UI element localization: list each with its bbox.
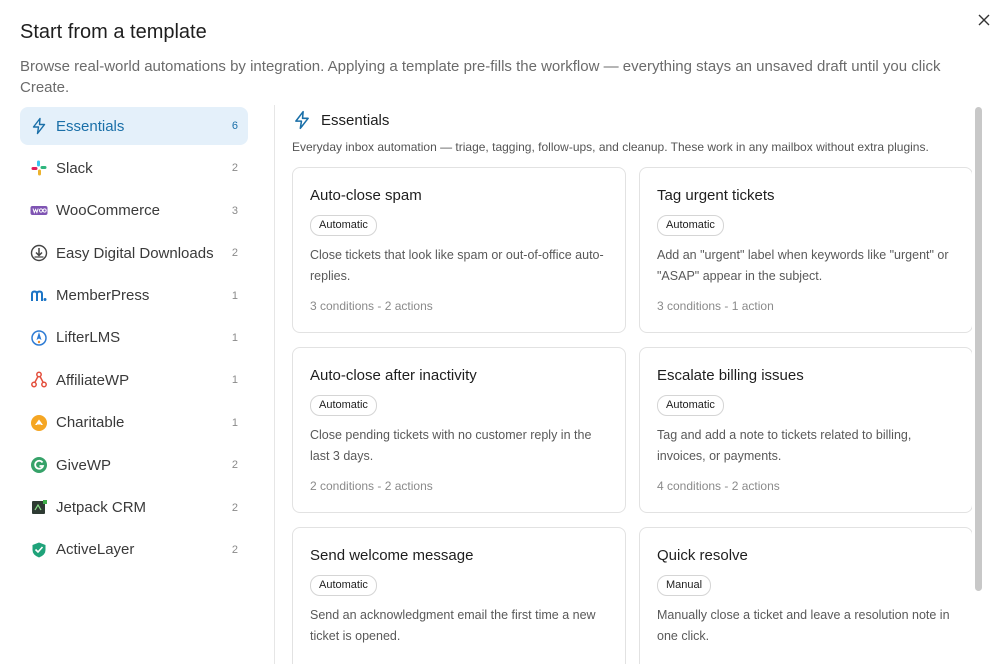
card-title: Escalate billing issues [657, 367, 804, 384]
sidebar-item-label: Easy Digital Downloads [56, 244, 214, 262]
sidebar-item-label: Essentials [56, 117, 125, 135]
template-card-quick-resolve[interactable]: Quick resolve Manual Manually close a ti… [639, 527, 972, 664]
lifterlms-icon [30, 329, 48, 347]
section-header: Essentials [292, 107, 972, 133]
sidebar-item-affiliatewp[interactable]: AffiliateWP 1 [20, 361, 248, 399]
card-title: Auto-close spam [310, 187, 422, 204]
template-card-escalate-billing-issues[interactable]: Escalate billing issues Automatic Tag an… [639, 347, 972, 513]
trigger-badge: Automatic [657, 215, 724, 236]
card-meta: 3 conditions - 2 actions [310, 299, 433, 313]
sidebar-item-label: Slack [56, 159, 93, 177]
sidebar-item-activelayer[interactable]: ActiveLayer 2 [20, 531, 248, 569]
edd-icon [30, 244, 48, 262]
card-meta: 4 conditions - 2 actions [657, 479, 780, 493]
sidebar-item-count: 2 [231, 162, 238, 175]
template-card-auto-close-spam[interactable]: Auto-close spam Automatic Close tickets … [292, 167, 626, 333]
trigger-badge: Automatic [310, 215, 377, 236]
card-description: Close pending tickets with no customer r… [310, 428, 592, 463]
card-meta: 2 conditions - 2 actions [310, 479, 433, 493]
sidebar-item-count: 3 [231, 204, 238, 217]
sidebar-item-count: 1 [231, 331, 238, 344]
sidebar-item-count: 2 [231, 543, 238, 556]
sidebar-item-count: 2 [231, 247, 238, 260]
sidebar-item-label: LifterLMS [56, 329, 121, 347]
sidebar-item-givewp[interactable]: GiveWP 2 [20, 446, 248, 484]
section-title: Essentials [321, 111, 390, 129]
sidebar-item-label: GiveWP [56, 456, 112, 474]
card-title: Quick resolve [657, 547, 748, 564]
modal-title: Start from a template [20, 21, 207, 43]
trigger-badge: Manual [657, 575, 712, 596]
lightning-icon [30, 117, 48, 135]
card-meta: 3 conditions - 1 action [657, 299, 774, 313]
template-grid: Auto-close spam Automatic Close tickets … [292, 167, 972, 664]
modal-description: Browse real-world automations by integra… [20, 58, 941, 96]
sidebar-item-jetpack-crm[interactable]: Jetpack CRM 2 [20, 489, 248, 527]
slack-icon [30, 159, 48, 177]
activelayer-icon [30, 541, 48, 559]
sidebar-item-count: 1 [231, 416, 238, 429]
trigger-badge: Automatic [310, 395, 377, 416]
card-description: Manually close a ticket and leave a reso… [657, 608, 950, 643]
card-description: Add an "urgent" label when keywords like… [657, 248, 949, 283]
sidebar-item-woocommerce[interactable]: WooCommerce 3 [20, 192, 248, 230]
sidebar-item-easy-digital-downloads[interactable]: Easy Digital Downloads 2 [20, 234, 248, 272]
sidebar-item-label: Jetpack CRM [56, 499, 147, 517]
sidebar-item-label: MemberPress [56, 287, 150, 305]
modal-header: Start from a template Browse real-world … [20, 18, 970, 98]
sidebar-item-memberpress[interactable]: MemberPress 1 [20, 277, 248, 315]
template-card-auto-close-after-inactivity[interactable]: Auto-close after inactivity Automatic Cl… [292, 347, 626, 513]
sidebar-item-slack[interactable]: Slack 2 [20, 149, 248, 187]
sidebar-item-label: Charitable [56, 414, 125, 432]
affiliatewp-icon [30, 371, 48, 389]
card-description: Tag and add a note to tickets related to… [657, 428, 912, 463]
sidebar-item-label: ActiveLayer [56, 541, 135, 559]
sidebar-item-count: 6 [231, 120, 238, 132]
template-modal: Start from a template Browse real-world … [0, 0, 1000, 664]
template-list: Essentials Everyday inbox automation — t… [292, 105, 972, 664]
sidebar-item-count: 1 [231, 374, 238, 387]
sidebar-item-label: AffiliateWP [56, 371, 130, 389]
trigger-badge: Automatic [657, 395, 724, 416]
memberpress-icon [30, 287, 48, 305]
card-title: Send welcome message [310, 547, 474, 564]
sidebar-item-count: 1 [231, 289, 238, 302]
sidebar-item-lifterlms[interactable]: LifterLMS 1 [20, 319, 248, 357]
close-icon [978, 14, 990, 26]
charitable-icon [30, 414, 48, 432]
jetpack-crm-icon [30, 499, 48, 517]
template-card-tag-urgent-tickets[interactable]: Tag urgent tickets Automatic Add an "urg… [639, 167, 972, 333]
card-description: Close tickets that look like spam or out… [310, 248, 604, 283]
scrollbar-thumb[interactable] [975, 107, 982, 591]
panel-divider [274, 105, 275, 664]
integration-sidebar: Essentials 6 Slack 2 WooCommerce 3 Easy … [20, 107, 248, 573]
section-description: Everyday inbox automation — triage, tagg… [292, 140, 929, 154]
sidebar-item-label: WooCommerce [56, 202, 160, 220]
lightning-icon [292, 110, 312, 130]
givewp-icon [30, 456, 48, 474]
card-title: Auto-close after inactivity [310, 367, 477, 384]
sidebar-item-count: 2 [231, 459, 238, 472]
trigger-badge: Automatic [310, 575, 377, 596]
template-card-send-welcome-message[interactable]: Send welcome message Automatic Send an a… [292, 527, 626, 664]
sidebar-item-essentials[interactable]: Essentials 6 [20, 107, 248, 145]
card-description: Send an acknowledgment email the first t… [310, 608, 596, 643]
sidebar-item-count: 2 [231, 501, 238, 514]
card-title: Tag urgent tickets [657, 187, 775, 204]
woocommerce-icon [30, 202, 48, 220]
sidebar-item-charitable[interactable]: Charitable 1 [20, 404, 248, 442]
close-button[interactable] [972, 8, 996, 32]
